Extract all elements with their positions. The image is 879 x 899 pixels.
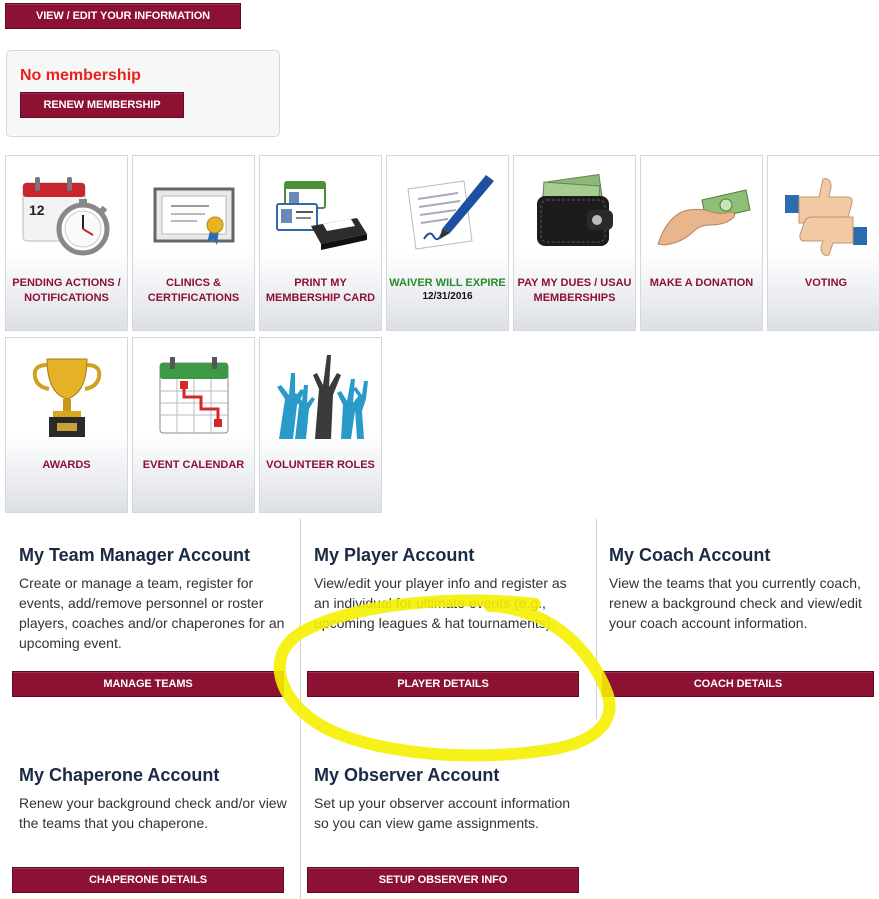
tile-pay-dues[interactable]: PAY MY DUES / USAU MEMBERSHIPS [513,155,636,331]
tile-label: PENDING ACTIONS / NOTIFICATIONS [12,277,121,304]
account-description: View the teams that you currently coach,… [609,575,862,631]
event-calendar-icon [133,350,254,442]
thumbs-up-down-icon [768,168,879,260]
tile-label: VOTING [804,277,848,289]
tile-label: MAKE A DONATION [649,277,754,289]
tile-make-donation[interactable]: MAKE A DONATION [640,155,763,331]
calendar-clock-icon: 12 [6,168,127,260]
certificate-icon [133,168,254,260]
chaperone-details-button[interactable]: CHAPERONE DETAILS [12,867,284,893]
tile-label: PAY MY DUES / USAU MEMBERSHIPS [517,277,632,304]
svg-text:12: 12 [29,202,45,218]
player-details-button[interactable]: PLAYER DETAILS [307,671,579,697]
column-divider [596,519,597,719]
tile-label: AWARDS [42,459,91,471]
account-description: Set up your observer account information… [314,795,571,831]
account-title: My Player Account [314,545,475,565]
renew-membership-button[interactable]: RENEW MEMBERSHIP [20,92,184,118]
tile-awards[interactable]: AWARDS [5,337,128,513]
raised-hands-icon [260,350,381,442]
tile-voting[interactable]: VOTING [767,155,879,331]
trophy-icon [6,350,127,442]
account-description: View/edit your player info and register … [314,575,567,631]
wallet-icon [514,168,635,260]
tile-event-calendar[interactable]: EVENT CALENDAR [132,337,255,513]
tile-print-membership-card[interactable]: PRINT MY MEMBERSHIP CARD [259,155,382,331]
coach-details-button[interactable]: COACH DETAILS [602,671,874,697]
donation-hand-icon [641,168,762,260]
manage-teams-button[interactable]: MANAGE TEAMS [12,671,284,697]
account-title: My Coach Account [609,545,771,565]
tile-volunteer-roles[interactable]: VOLUNTEER ROLES [259,337,382,513]
membership-status-text: No membership [20,67,141,84]
account-title: My Observer Account [314,765,500,785]
account-title: My Team Manager Account [19,545,251,565]
account-sections: My Team Manager Account Create or manage… [0,519,879,899]
view-edit-information-button[interactable]: VIEW / EDIT YOUR INFORMATION [5,3,241,29]
waiver-expiry-date: 12/31/2016 [422,291,473,302]
account-title: My Chaperone Account [19,765,220,785]
tile-waiver[interactable]: WAIVER WILL EXPIRE 12/31/2016 [386,155,509,331]
dashboard-tiles: 12 PENDING ACTIONS / NOTIFICATIONS CLINI… [5,155,879,513]
tile-label: VOLUNTEER ROLES [266,459,375,471]
account-description: Create or manage a team, register for ev… [19,575,285,651]
tile-label: CLINICS & CERTIFICATIONS [147,277,240,304]
tile-clinics-certifications[interactable]: CLINICS & CERTIFICATIONS [132,155,255,331]
waiver-pen-icon [387,168,508,260]
setup-observer-info-button[interactable]: SETUP OBSERVER INFO [307,867,579,893]
tile-label: WAIVER WILL EXPIRE 12/31/2016 [389,277,506,302]
tile-label: PRINT MY MEMBERSHIP CARD [265,277,376,304]
column-divider [300,519,301,899]
membership-status-panel: No membership RENEW MEMBERSHIP [6,50,280,137]
tile-label: EVENT CALENDAR [142,459,245,471]
account-description: Renew your background check and/or view … [19,795,287,831]
printer-card-icon [260,168,381,260]
tile-pending-actions[interactable]: 12 PENDING ACTIONS / NOTIFICATIONS [5,155,128,331]
